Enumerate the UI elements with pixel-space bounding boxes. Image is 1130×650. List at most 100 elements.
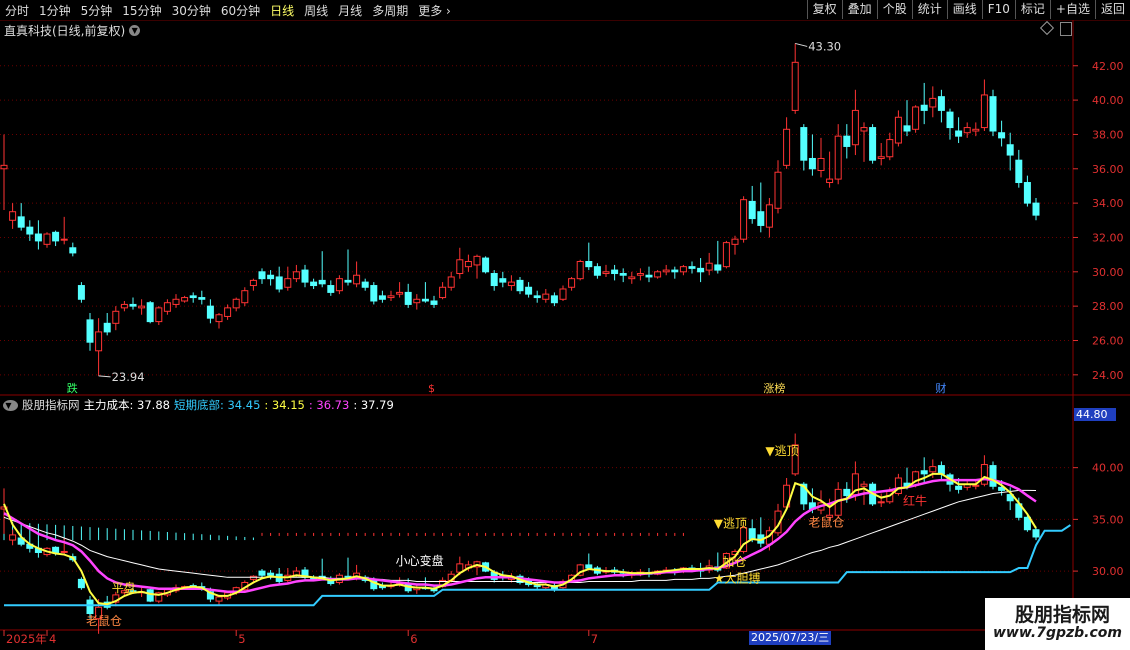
main-candle-body — [697, 267, 705, 273]
sub-candle-body — [267, 572, 275, 576]
main-candle-body — [155, 307, 163, 323]
main-candle-body — [611, 269, 619, 275]
main-candle-body — [533, 295, 541, 299]
event-label-2: 涨榜 — [763, 381, 785, 395]
main-candle-body — [886, 139, 894, 158]
sub-candle-body — [980, 464, 988, 485]
main-candle-body — [464, 261, 472, 268]
event-label-0: 跌 — [67, 381, 78, 395]
sub-annotation-6: ★大胆搏 — [714, 571, 761, 585]
sub-candle-body — [920, 470, 928, 475]
sub-candle-body — [748, 528, 756, 540]
main-candle-body — [722, 242, 730, 268]
main-candle-body — [516, 279, 524, 292]
main-candle-body — [103, 322, 111, 333]
main-candle-body — [387, 295, 395, 299]
main-candle-body — [224, 307, 232, 317]
main-candle-body — [628, 276, 636, 280]
sub-candle-body — [86, 599, 94, 615]
sub-candle-body — [877, 501, 885, 504]
sub-candle-body — [533, 585, 541, 588]
main-candle-body — [731, 238, 739, 245]
low-pointer — [98, 375, 111, 378]
indicator-value-3: : 36.73 — [308, 398, 350, 412]
main-candle-body — [112, 310, 120, 324]
x-label-4: 7 — [591, 632, 598, 646]
event-label-3: 财 — [935, 381, 946, 395]
main-candle-body — [869, 127, 877, 161]
high-label: 43.30 — [808, 39, 841, 53]
main-candle-body — [748, 200, 756, 220]
sub-candle-body — [52, 546, 60, 553]
main-candle-body — [52, 231, 60, 242]
main-candle-body — [95, 331, 103, 352]
main-candle-body — [912, 106, 920, 130]
x-label-0: 2025年 — [6, 632, 47, 646]
main-candle-body — [163, 302, 171, 312]
sub-candle-body — [77, 578, 85, 589]
main-candle-body — [955, 130, 963, 137]
x-label-1: 4 — [49, 632, 56, 646]
main-candle-body — [292, 271, 300, 280]
main-candle-body — [198, 297, 206, 300]
main-candle-body — [903, 125, 911, 132]
main-candle-body — [69, 247, 77, 254]
main-tick-label: 34.00 — [1092, 197, 1124, 210]
main-candle-body — [568, 278, 576, 288]
main-candle-body — [998, 132, 1006, 139]
sub-annotation-1: ▼逃顶 — [714, 517, 747, 531]
main-candle-body — [421, 298, 429, 302]
main-candle-body — [482, 257, 490, 273]
main-tick-label: 38.00 — [1092, 128, 1124, 141]
main-candle-body — [86, 319, 94, 343]
sub-tick-label: 40.00 — [1092, 462, 1124, 475]
sub-tick-label: 30.00 — [1092, 565, 1124, 578]
main-candle-body — [576, 261, 584, 280]
main-candle-body — [929, 97, 937, 108]
main-candle-body — [120, 303, 128, 309]
main-candle-body — [60, 238, 68, 241]
main-candle-body — [937, 96, 945, 111]
indicator-value-4: : 37.79 — [353, 398, 394, 412]
logo-title: 股朋指标网 — [1015, 604, 1111, 626]
sub-candle-body — [258, 570, 266, 576]
main-candle-body — [645, 274, 653, 278]
x-label-3: 6 — [410, 632, 417, 646]
main-candle-body — [267, 274, 275, 280]
main-candle-body — [800, 127, 808, 161]
sub-annotation-5: 加仓 — [722, 555, 746, 569]
main-candle-body — [353, 274, 361, 285]
sub-candle-body — [60, 550, 68, 553]
main-candle-body — [619, 273, 627, 276]
indicator-menu-icon[interactable]: ▼ — [3, 399, 18, 411]
main-candle-body — [714, 264, 722, 271]
main-candle-body — [894, 116, 902, 144]
main-candle-body — [275, 276, 283, 290]
main-candle-body — [473, 255, 481, 266]
main-candle-body — [456, 259, 464, 275]
main-candle-body — [602, 271, 610, 275]
main-candle-body — [9, 211, 17, 221]
main-candle-body — [241, 290, 249, 304]
main-candle-body — [17, 216, 25, 228]
sub-candle-body — [215, 596, 223, 602]
sub-candle-body — [989, 465, 997, 487]
main-candle-body — [757, 211, 765, 226]
main-candle-body — [559, 288, 567, 300]
main-candle-body — [172, 298, 180, 305]
sub-candle-body — [929, 466, 937, 473]
main-candle-body — [980, 94, 988, 129]
event-label-1: $ — [428, 382, 435, 395]
main-candle-body — [525, 286, 533, 295]
indicator-name: 股朋指标网 — [22, 398, 80, 412]
main-candle-body — [585, 261, 593, 268]
main-tick-label: 36.00 — [1092, 163, 1124, 176]
main-candle-body — [181, 297, 189, 302]
main-candle-body — [808, 157, 816, 170]
sub-annotation-3: 红牛 — [903, 493, 927, 508]
main-candle-body — [1032, 202, 1040, 216]
sub-candle-body — [1032, 529, 1040, 538]
main-candle-body — [654, 271, 662, 278]
main-candle-body — [301, 269, 309, 283]
sub-annotation-0: ▼逃顶 — [765, 444, 798, 458]
